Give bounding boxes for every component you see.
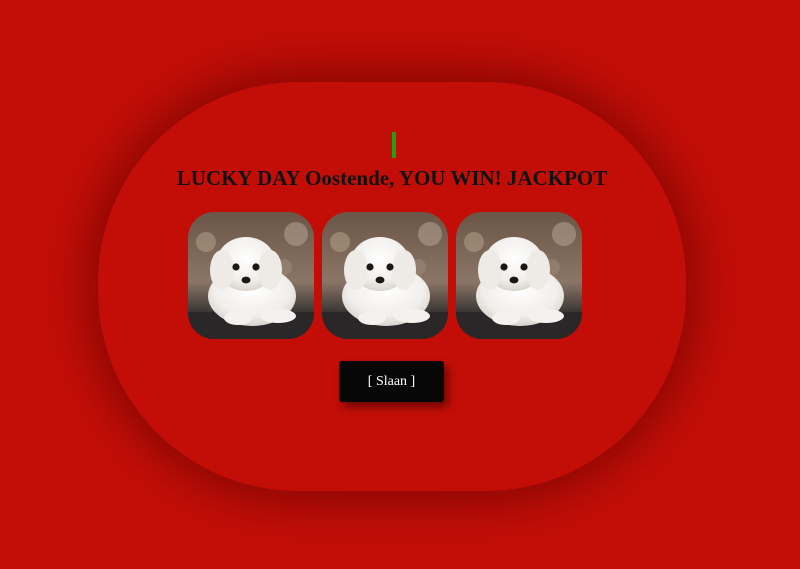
puppy-image — [456, 212, 582, 339]
puppy-image — [322, 212, 448, 339]
spin-button[interactable]: [ Slaan ] — [339, 361, 444, 402]
reel-3 — [456, 212, 582, 339]
reel-1 — [188, 212, 314, 339]
puppy-image — [188, 212, 314, 339]
result-headline: LUCKY DAY Oostende, YOU WIN! JACKPOT — [176, 166, 608, 190]
status-indicator — [392, 132, 396, 158]
reel-2 — [322, 212, 448, 339]
